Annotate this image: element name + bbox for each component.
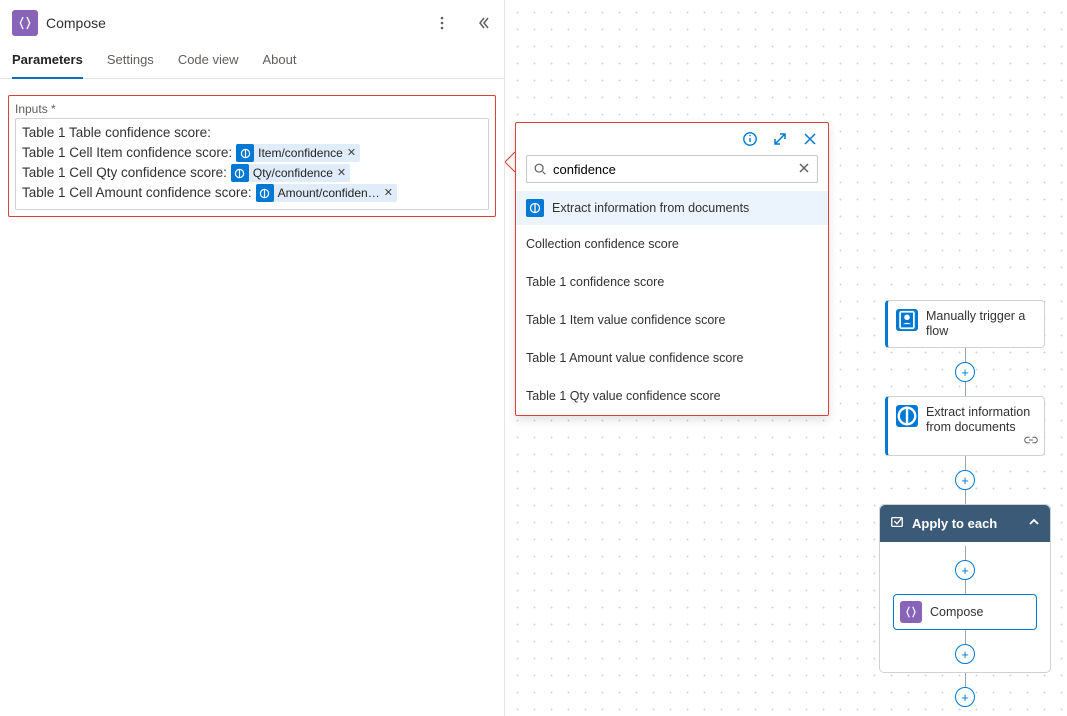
flow-compose-card-selected[interactable]: Compose	[893, 594, 1037, 630]
token-icon	[231, 164, 249, 182]
close-icon[interactable]	[802, 131, 818, 147]
dynamic-content-section-header[interactable]: Extract information from documents	[516, 191, 828, 225]
token-qty-confidence[interactable]: Qty/confidence ✕	[231, 164, 350, 182]
flow-trigger-card[interactable]: Manually trigger a flow	[885, 300, 1045, 348]
token-icon	[236, 144, 254, 162]
add-step-button[interactable]: +	[955, 687, 975, 707]
add-step-button[interactable]: +	[955, 644, 975, 664]
add-step-button[interactable]: +	[955, 470, 975, 490]
chevron-up-icon[interactable]	[1028, 516, 1040, 531]
more-icon[interactable]	[434, 15, 450, 31]
card-label: Extract information from documents	[926, 405, 1036, 435]
dynamic-content-item[interactable]: Collection confidence score	[516, 225, 828, 263]
clear-search-icon[interactable]	[797, 161, 811, 178]
panel-title: Compose	[46, 15, 106, 31]
expand-icon[interactable]	[772, 131, 788, 147]
add-step-button[interactable]: +	[955, 362, 975, 382]
tab-settings[interactable]: Settings	[107, 52, 154, 78]
token-amount-confidence[interactable]: Amount/confiden… ✕	[256, 184, 397, 202]
tab-codeview[interactable]: Code view	[178, 52, 239, 78]
input-text-line3: Table 1 Cell Qty confidence score:	[22, 163, 227, 183]
flow-extract-card[interactable]: Extract information from documents	[885, 396, 1045, 456]
token-remove-icon[interactable]: ✕	[347, 143, 356, 163]
compose-action-icon	[900, 601, 922, 623]
search-icon	[533, 162, 547, 176]
ai-builder-icon	[896, 405, 918, 427]
dynamic-content-item[interactable]: Table 1 confidence score	[516, 263, 828, 301]
search-input[interactable]	[547, 162, 797, 177]
inputs-editor[interactable]: Table 1 Table confidence score: Table 1 …	[15, 118, 489, 210]
tab-about[interactable]: About	[263, 52, 297, 78]
trigger-icon	[896, 309, 918, 331]
flow-apply-to-each-container[interactable]: Apply to each + Compose +	[879, 504, 1051, 673]
input-text-line4: Table 1 Cell Amount confidence score:	[22, 183, 252, 203]
tab-parameters[interactable]: Parameters	[12, 52, 83, 79]
loop-icon	[890, 515, 904, 532]
dynamic-content-item[interactable]: Table 1 Amount value confidence score	[516, 339, 828, 377]
token-remove-icon[interactable]: ✕	[384, 183, 393, 203]
dynamic-content-item[interactable]: Table 1 Qty value confidence score	[516, 377, 828, 415]
ai-builder-icon	[526, 199, 544, 217]
input-text-line2: Table 1 Cell Item confidence score:	[22, 143, 232, 163]
card-label: Apply to each	[912, 516, 997, 531]
inputs-label: Inputs *	[15, 102, 489, 116]
section-title: Extract information from documents	[552, 201, 749, 215]
token-remove-icon[interactable]: ✕	[337, 163, 346, 183]
connection-icon	[1024, 434, 1038, 449]
dynamic-content-popover: Extract information from documents Colle…	[515, 122, 829, 416]
token-item-confidence[interactable]: Item/confidence ✕	[236, 144, 360, 162]
compose-action-icon	[12, 10, 38, 36]
info-icon[interactable]	[742, 131, 758, 147]
card-label: Manually trigger a flow	[926, 309, 1036, 339]
add-step-button[interactable]: +	[955, 560, 975, 580]
dynamic-content-search[interactable]	[526, 155, 818, 183]
card-label: Compose	[930, 605, 984, 619]
input-text-line1: Table 1 Table confidence score:	[22, 123, 211, 143]
token-icon	[256, 184, 274, 202]
dynamic-content-item[interactable]: Table 1 Item value confidence score	[516, 301, 828, 339]
collapse-panel-icon[interactable]	[476, 15, 492, 31]
